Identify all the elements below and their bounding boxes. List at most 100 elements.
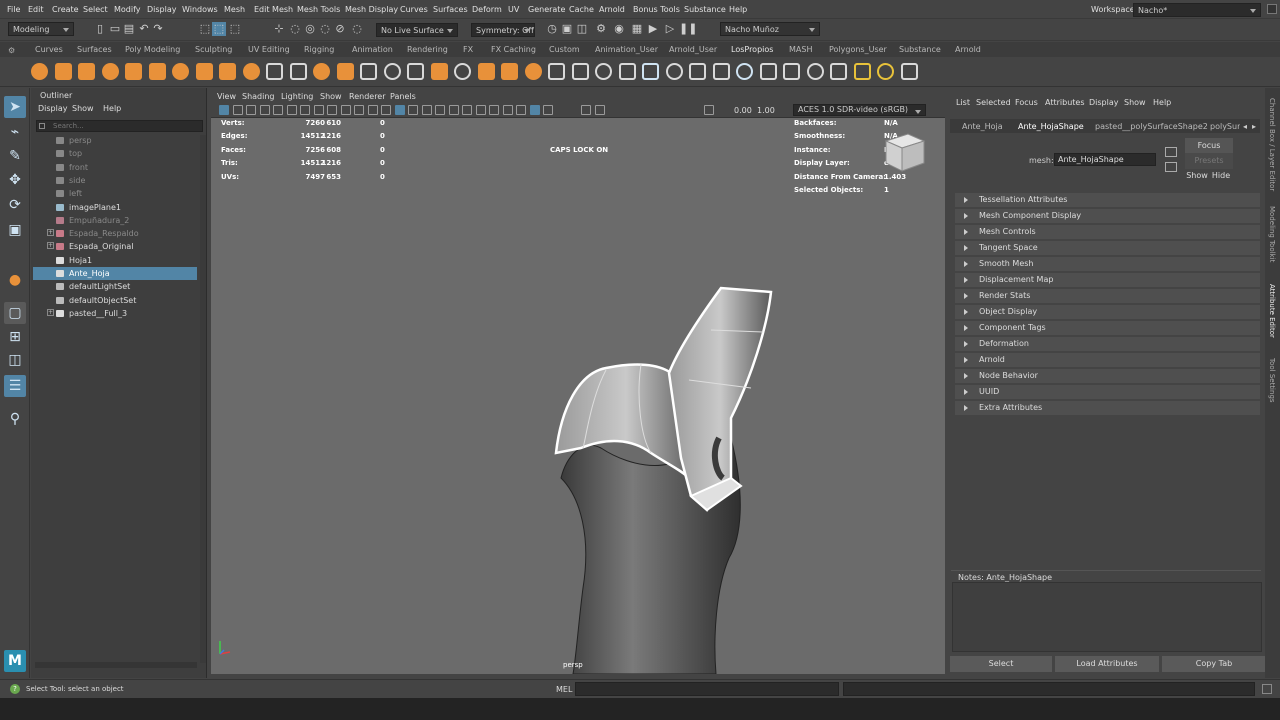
shelf-tab-lospropios[interactable]: LosPropios (731, 45, 773, 54)
outliner-item-espada-respaldo[interactable]: + Espada_Respaldo (33, 227, 197, 240)
cube-icon[interactable] (54, 63, 72, 80)
arnold-render-icon[interactable]: ▷ (663, 22, 677, 36)
tab-scroll-right-icon[interactable]: ▸ (1252, 122, 1256, 131)
outliner-search-input[interactable]: Search... (36, 120, 203, 132)
ae-menu-help[interactable]: Help (1153, 98, 1171, 107)
section-smooth-mesh[interactable]: Smooth Mesh (955, 257, 1260, 271)
ambient-occlusion-icon[interactable] (475, 105, 486, 115)
field-chart-icon[interactable] (354, 105, 364, 115)
go-input-icon[interactable] (1165, 147, 1177, 157)
use-all-lights-icon[interactable] (448, 105, 459, 115)
torus-icon[interactable] (148, 63, 166, 80)
outliner-item-defaultlightset[interactable]: defaultLightSet (33, 280, 197, 293)
merge-icon[interactable] (360, 63, 377, 80)
exposure-icon[interactable] (704, 105, 714, 115)
shelf-tab-arnold[interactable]: Arnold (955, 45, 981, 54)
extrude-icon[interactable] (336, 63, 354, 80)
grid-icon[interactable] (300, 105, 310, 115)
notes-textarea[interactable] (952, 582, 1262, 652)
insert-edge-loop-icon[interactable] (407, 63, 424, 80)
uv-snapshot-icon[interactable] (618, 63, 636, 80)
render-settings-icon[interactable]: ⚙ (594, 22, 608, 36)
section-node-behavior[interactable]: Node Behavior (955, 369, 1260, 383)
rt-render-icon[interactable] (736, 63, 753, 80)
search-icon[interactable]: ⚲ (4, 408, 26, 430)
menu-modify[interactable]: Modify (114, 5, 141, 14)
section-extra-attributes[interactable]: Extra Attributes (955, 401, 1260, 415)
script-editor-icon[interactable] (1262, 684, 1272, 694)
target-weld-icon[interactable] (454, 63, 471, 80)
copy-tab-button[interactable]: Copy Tab (1162, 656, 1266, 672)
section-mesh-controls[interactable]: Mesh Controls (955, 225, 1260, 239)
uv-editor-icon[interactable] (595, 63, 612, 80)
workspace-menu-icon[interactable] (1267, 4, 1277, 14)
shelf-tab-polygons-user[interactable]: Polygons_User (829, 45, 887, 54)
anti-aliasing-icon[interactable] (502, 105, 513, 115)
snap-view-icon[interactable]: ◌ (318, 22, 332, 36)
ae-menu-selected[interactable]: Selected (976, 98, 1011, 107)
menu-generate[interactable]: Generate (528, 5, 565, 14)
render-frame-icon[interactable]: ▣ (560, 22, 574, 36)
outliner-item-front[interactable]: front (33, 161, 197, 174)
mash-icon[interactable] (806, 63, 824, 80)
snap-curve-icon[interactable]: ◌ (288, 22, 302, 36)
menu-edit[interactable]: Edit (28, 5, 44, 14)
viewport-panel[interactable]: View Shading Lighting Show Renderer Pane… (211, 88, 945, 674)
select-camera-icon[interactable] (219, 105, 229, 115)
shelf-tab-arnold-user[interactable]: Arnold_User (669, 45, 717, 54)
outliner-layout-icon[interactable]: ☰ (4, 375, 26, 397)
lasso-tool-icon[interactable]: ⌁ (4, 121, 26, 143)
expand-icon[interactable]: + (47, 308, 54, 316)
snap-grid-icon[interactable]: ⊹ (272, 22, 286, 36)
side-tab-modeling-toolkit[interactable]: Modeling Toolkit (1268, 206, 1276, 262)
mesh-name-field[interactable]: Ante_HojaShape (1054, 153, 1156, 166)
viewport-menu-show[interactable]: Show (320, 92, 342, 101)
menu-arnold[interactable]: Arnold (599, 5, 625, 14)
xray-joints-icon[interactable] (581, 105, 591, 115)
outliner-item-espada-original[interactable]: + Espada_Original (33, 240, 197, 253)
command-line-input[interactable] (575, 682, 839, 696)
menu-display[interactable]: Display (147, 5, 177, 14)
safe-action-icon[interactable] (367, 105, 378, 115)
outliner-item-hoja1[interactable]: Hoja1 (33, 254, 197, 267)
shelf-tab-substance[interactable]: Substance (899, 45, 941, 54)
redo-icon[interactable]: ↷ (151, 22, 165, 36)
ae-menu-focus[interactable]: Focus (1015, 98, 1038, 107)
menu-mesh[interactable]: Mesh (224, 5, 245, 14)
gamma-value[interactable]: 1.00 (757, 106, 775, 115)
live-surface-dropdown[interactable]: No Live Surface (376, 23, 458, 37)
isolate-select-icon[interactable] (529, 105, 540, 115)
section-deformation[interactable]: Deformation (955, 337, 1260, 351)
menu-windows[interactable]: Windows (182, 5, 218, 14)
undo-icon[interactable]: ↶ (137, 22, 151, 36)
section-tessellation-attributes[interactable]: Tessellation Attributes (955, 193, 1260, 207)
multi-cut-icon[interactable] (430, 63, 448, 80)
arnold-icon[interactable] (830, 63, 847, 80)
hide-button[interactable]: Hide (1209, 168, 1233, 184)
ae-menu-list[interactable]: List (956, 98, 970, 107)
combine-icon[interactable] (219, 63, 236, 80)
history-icon[interactable]: ◷ (545, 22, 559, 36)
playblast-icon[interactable]: ▶ (646, 22, 660, 36)
outliner-menu-help[interactable]: Help (103, 104, 121, 113)
outliner-item-empu-adura-2[interactable]: Empuñadura_2 (33, 214, 197, 227)
cone-icon[interactable] (101, 63, 119, 80)
gate-mask-icon[interactable] (340, 105, 351, 115)
scale-tool-icon[interactable]: ▣ (4, 219, 26, 241)
symmetry-icon[interactable] (642, 63, 659, 80)
2d-pan-zoom-icon[interactable] (273, 105, 283, 115)
menu-help[interactable]: Help (729, 5, 747, 14)
section-object-display[interactable]: Object Display (955, 305, 1260, 319)
section-displacement-map[interactable]: Displacement Map (955, 273, 1260, 287)
workspace-dropdown[interactable]: Nacho* (1133, 3, 1261, 17)
xray-components-icon[interactable] (594, 105, 605, 115)
menu-uv[interactable]: UV (508, 5, 519, 14)
default-material-icon[interactable] (421, 105, 432, 115)
section-tangent-space[interactable]: Tangent Space (955, 241, 1260, 255)
shelf-tab-fx[interactable]: FX (463, 45, 473, 54)
shelf-tab-curves[interactable]: Curves (35, 45, 63, 54)
symmetry-dropdown[interactable]: Symmetry: Off (471, 23, 535, 37)
outliner-horizontal-scrollbar[interactable] (35, 662, 197, 668)
outliner-item-left[interactable]: left (33, 187, 197, 200)
menu-bonus-tools[interactable]: Bonus Tools (633, 5, 680, 14)
